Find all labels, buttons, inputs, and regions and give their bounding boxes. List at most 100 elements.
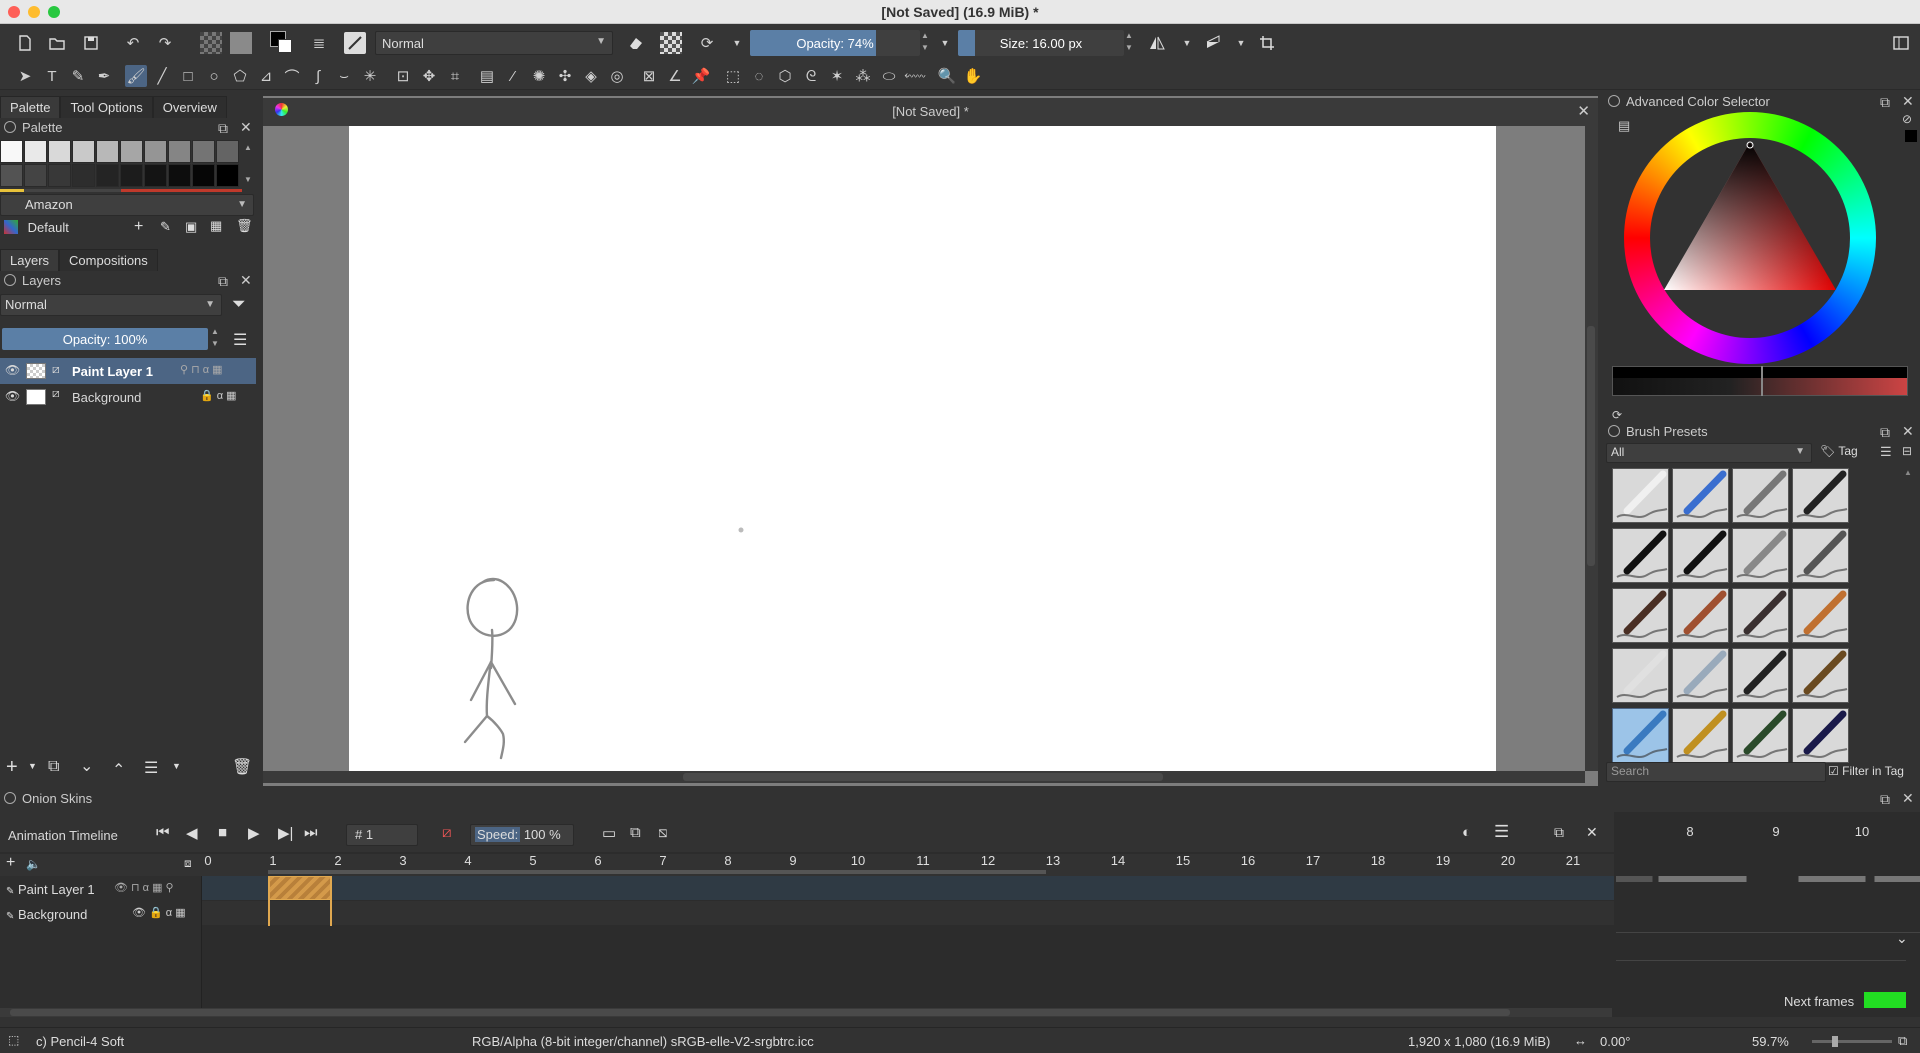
float-docker-icon[interactable]: ⧉: [1880, 424, 1890, 441]
brush-preset-tile[interactable]: [1732, 588, 1789, 643]
status-color-model[interactable]: RGB/Alpha (8-bit integer/channel) sRGB-e…: [472, 1034, 814, 1049]
move-tool-icon[interactable]: ✥: [418, 65, 440, 87]
palette-grid-view-icon[interactable]: ▦: [210, 218, 222, 234]
layer-opacity-spinner[interactable]: ▲ ▼: [210, 326, 220, 352]
magnetic-select-icon[interactable]: ⬳: [904, 65, 926, 87]
redo-icon[interactable]: ↷: [154, 32, 176, 54]
play-icon[interactable]: ▶: [248, 824, 260, 842]
brush-preset-tile[interactable]: [1792, 648, 1849, 703]
fill-pattern-icon[interactable]: [200, 32, 222, 54]
size-spinner[interactable]: ▲ ▼: [1124, 30, 1134, 56]
fullscreen-icon[interactable]: ⧉: [1898, 1033, 1907, 1049]
zoom-tool-icon[interactable]: 🔍: [936, 65, 958, 87]
measure-tool-icon[interactable]: ∠: [664, 65, 686, 87]
palette-name-dropdown[interactable]: Amazon ▼: [0, 194, 254, 216]
frame-number[interactable]: 5: [523, 853, 543, 868]
preserve-alpha-icon[interactable]: [660, 32, 682, 54]
keyframe-cell[interactable]: [268, 876, 332, 900]
edit-shapes-icon[interactable]: ✎: [67, 65, 89, 87]
visibility-eye-icon[interactable]: 👁 🔒 α ▦: [132, 906, 186, 919]
assistant-tool-icon[interactable]: ⊠: [638, 65, 660, 87]
brush-preset-tile[interactable]: [1612, 528, 1669, 583]
frame-number[interactable]: 4: [458, 853, 478, 868]
mirror-vertical-icon[interactable]: [1202, 32, 1224, 54]
brush-preset-tile[interactable]: [1612, 468, 1669, 523]
palette-swatch[interactable]: [96, 140, 119, 163]
chevron-down-icon[interactable]: ▼: [726, 32, 748, 54]
lock-icon[interactable]: [1608, 95, 1620, 107]
palette-swatch[interactable]: [0, 164, 23, 187]
float-docker-icon[interactable]: ⧉: [218, 273, 228, 290]
clone-frames-icon[interactable]: ⧉: [630, 824, 641, 841]
text-tool-icon[interactable]: T: [41, 65, 63, 87]
palette-swatch[interactable]: [96, 164, 119, 187]
layer-menu-icon[interactable]: ☰: [233, 330, 247, 350]
onion-opacity-bars[interactable]: [1616, 876, 1920, 882]
pan-tool-icon[interactable]: ✋: [962, 65, 984, 87]
audio-icon[interactable]: 🔈: [26, 857, 41, 871]
tab-layers[interactable]: Layers: [0, 249, 60, 271]
scroll-thumb[interactable]: [10, 1009, 1510, 1016]
palette-swatch[interactable]: [48, 140, 71, 163]
chevron-down-icon[interactable]: ▼: [28, 761, 37, 771]
opacity-spinner[interactable]: ▲ ▼: [920, 30, 930, 56]
brush-search-input[interactable]: Search: [1606, 762, 1826, 782]
next-frames-color-swatch[interactable]: [1864, 992, 1906, 1008]
brush-preset-tile[interactable]: [1672, 468, 1729, 523]
frame-number-field[interactable]: # 1: [346, 824, 418, 846]
onion-skin-toggle-icon[interactable]: ◐: [1462, 824, 1471, 841]
layer-row[interactable]: 👁 ⧄ Paint Layer 1 ⚲ ⊓ α ▦: [0, 358, 256, 384]
frame-number[interactable]: 10: [848, 853, 868, 868]
palette-swatch[interactable]: [48, 164, 71, 187]
preset-view-icon[interactable]: ⊟: [1902, 444, 1912, 458]
frame-number[interactable]: 0: [198, 853, 218, 868]
document-page[interactable]: [349, 126, 1496, 771]
brush-preset-icon[interactable]: [344, 32, 366, 54]
fill-tool-icon[interactable]: ◈: [580, 65, 602, 87]
save-palette-icon[interactable]: ▣: [185, 219, 197, 235]
zoom-slider[interactable]: [1812, 1036, 1892, 1047]
gradient-swatch-icon[interactable]: [230, 32, 252, 54]
polyline-tool-icon[interactable]: ⊿: [255, 65, 277, 87]
tab-palette[interactable]: Palette: [0, 96, 61, 118]
first-frame-icon[interactable]: ⏮: [156, 824, 170, 841]
chevron-down-icon[interactable]: ▼: [934, 32, 956, 54]
line-tool-icon[interactable]: ╱: [151, 65, 173, 87]
brush-preset-icon[interactable]: ⬚: [8, 1033, 19, 1047]
tab-tool-options[interactable]: Tool Options: [60, 96, 153, 118]
calligraphy-icon[interactable]: ✒: [93, 65, 115, 87]
status-zoom[interactable]: 59.7%: [1752, 1034, 1789, 1049]
bezier-tool-icon[interactable]: ⌒: [281, 65, 303, 87]
frame-number[interactable]: 15: [1173, 853, 1193, 868]
palette-swatch[interactable]: [192, 140, 215, 163]
brush-preset-tile[interactable]: [1672, 528, 1729, 583]
frame-number[interactable]: 8: [718, 853, 738, 868]
brush-tag-dropdown[interactable]: All ▼: [1606, 443, 1812, 463]
preset-scrollbar[interactable]: ▲: [1904, 468, 1916, 768]
filter-in-tag-checkbox[interactable]: ☑ Filter in Tag: [1828, 764, 1904, 778]
tag-button[interactable]: 🏷 Tag: [1820, 444, 1858, 458]
scroll-thumb[interactable]: [1587, 326, 1595, 566]
open-document-icon[interactable]: [46, 32, 68, 54]
brush-preset-tile[interactable]: [1792, 708, 1849, 763]
lock-icon[interactable]: 🔒 α ▦: [200, 389, 237, 402]
color-picker-icon[interactable]: ⁄: [502, 65, 524, 87]
frame-number[interactable]: 2: [328, 853, 348, 868]
layer-blend-dropdown[interactable]: Normal ▼: [0, 294, 222, 316]
edit-swatch-icon[interactable]: ✎: [160, 219, 171, 235]
brush-preset-tile[interactable]: [1732, 708, 1789, 763]
frame-number[interactable]: 18: [1368, 853, 1388, 868]
lock-icon[interactable]: [4, 792, 16, 804]
close-docker-icon[interactable]: ✕: [240, 272, 252, 289]
visibility-eye-icon[interactable]: 👁: [5, 363, 20, 377]
layer-name[interactable]: Background: [72, 390, 141, 405]
color-triangle[interactable]: [1624, 112, 1876, 364]
crop-tool-icon[interactable]: ⌗: [444, 65, 466, 87]
brush-preset-tile[interactable]: [1672, 648, 1729, 703]
stop-icon[interactable]: ■: [218, 824, 227, 841]
brush-preset-tile[interactable]: [1732, 648, 1789, 703]
brush-preset-tile[interactable]: [1792, 468, 1849, 523]
brush-preset-tile[interactable]: [1612, 588, 1669, 643]
brush-preset-tile[interactable]: [1792, 528, 1849, 583]
refresh-icon[interactable]: ⟳: [1612, 408, 1622, 422]
